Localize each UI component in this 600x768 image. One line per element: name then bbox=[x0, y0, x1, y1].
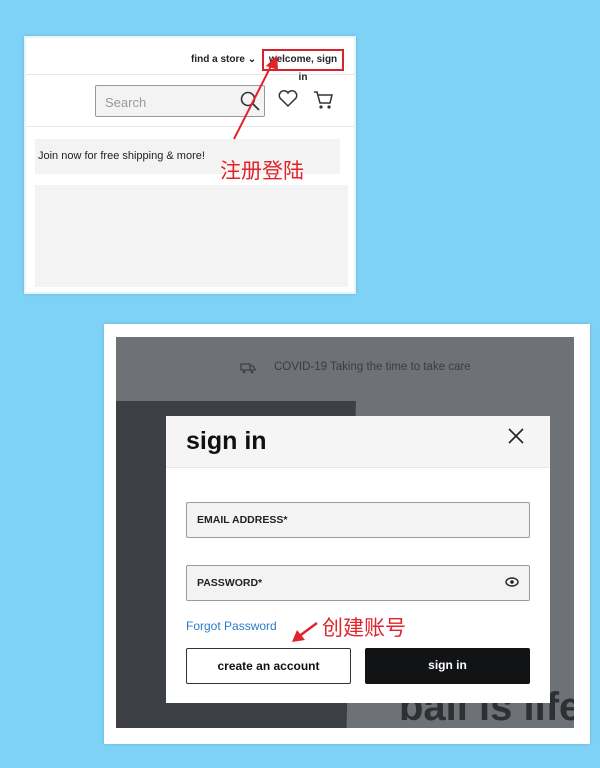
page-backdrop: COVID-19 Taking the time to take care ba… bbox=[116, 337, 574, 728]
search-icon[interactable] bbox=[240, 91, 260, 111]
forgot-password-link[interactable]: Forgot Password bbox=[186, 619, 277, 633]
sign-in-modal: sign in EMAIL ADDRESS* PASSWORD* Forgot … bbox=[166, 416, 550, 703]
sign-in-button[interactable]: sign in bbox=[365, 648, 530, 684]
close-icon[interactable] bbox=[508, 428, 524, 444]
chevron-down-icon: ⌄ bbox=[247, 54, 257, 65]
annotation-register-login: 注册登陆 bbox=[220, 159, 304, 183]
annotation-create-account: 创建账号 bbox=[322, 616, 406, 640]
content-placeholder bbox=[35, 185, 348, 287]
truck-icon bbox=[240, 363, 256, 374]
heart-icon[interactable] bbox=[278, 90, 298, 108]
divider bbox=[26, 126, 354, 127]
covid-banner[interactable]: COVID-19 Taking the time to take care bbox=[274, 361, 471, 373]
sign-in-screenshot: COVID-19 Taking the time to take care ba… bbox=[104, 324, 590, 744]
email-field[interactable]: EMAIL ADDRESS* bbox=[186, 502, 530, 538]
password-label: PASSWORD* bbox=[197, 577, 263, 589]
search-placeholder: Search bbox=[105, 95, 147, 110]
modal-title: sign in bbox=[186, 427, 267, 455]
create-account-button[interactable]: create an account bbox=[186, 648, 351, 684]
store-header-screenshot: find a store ⌄ welcome, sign in Search J… bbox=[24, 36, 356, 294]
search-input[interactable]: Search bbox=[95, 85, 265, 117]
find-store-link[interactable]: find a store ⌄ bbox=[191, 54, 256, 65]
cart-icon[interactable] bbox=[313, 90, 333, 110]
welcome-sign-in-link[interactable]: welcome, sign in bbox=[262, 49, 344, 83]
password-field[interactable]: PASSWORD* bbox=[186, 565, 530, 601]
eye-icon[interactable] bbox=[505, 576, 519, 588]
find-store-label: find a store bbox=[191, 54, 245, 65]
